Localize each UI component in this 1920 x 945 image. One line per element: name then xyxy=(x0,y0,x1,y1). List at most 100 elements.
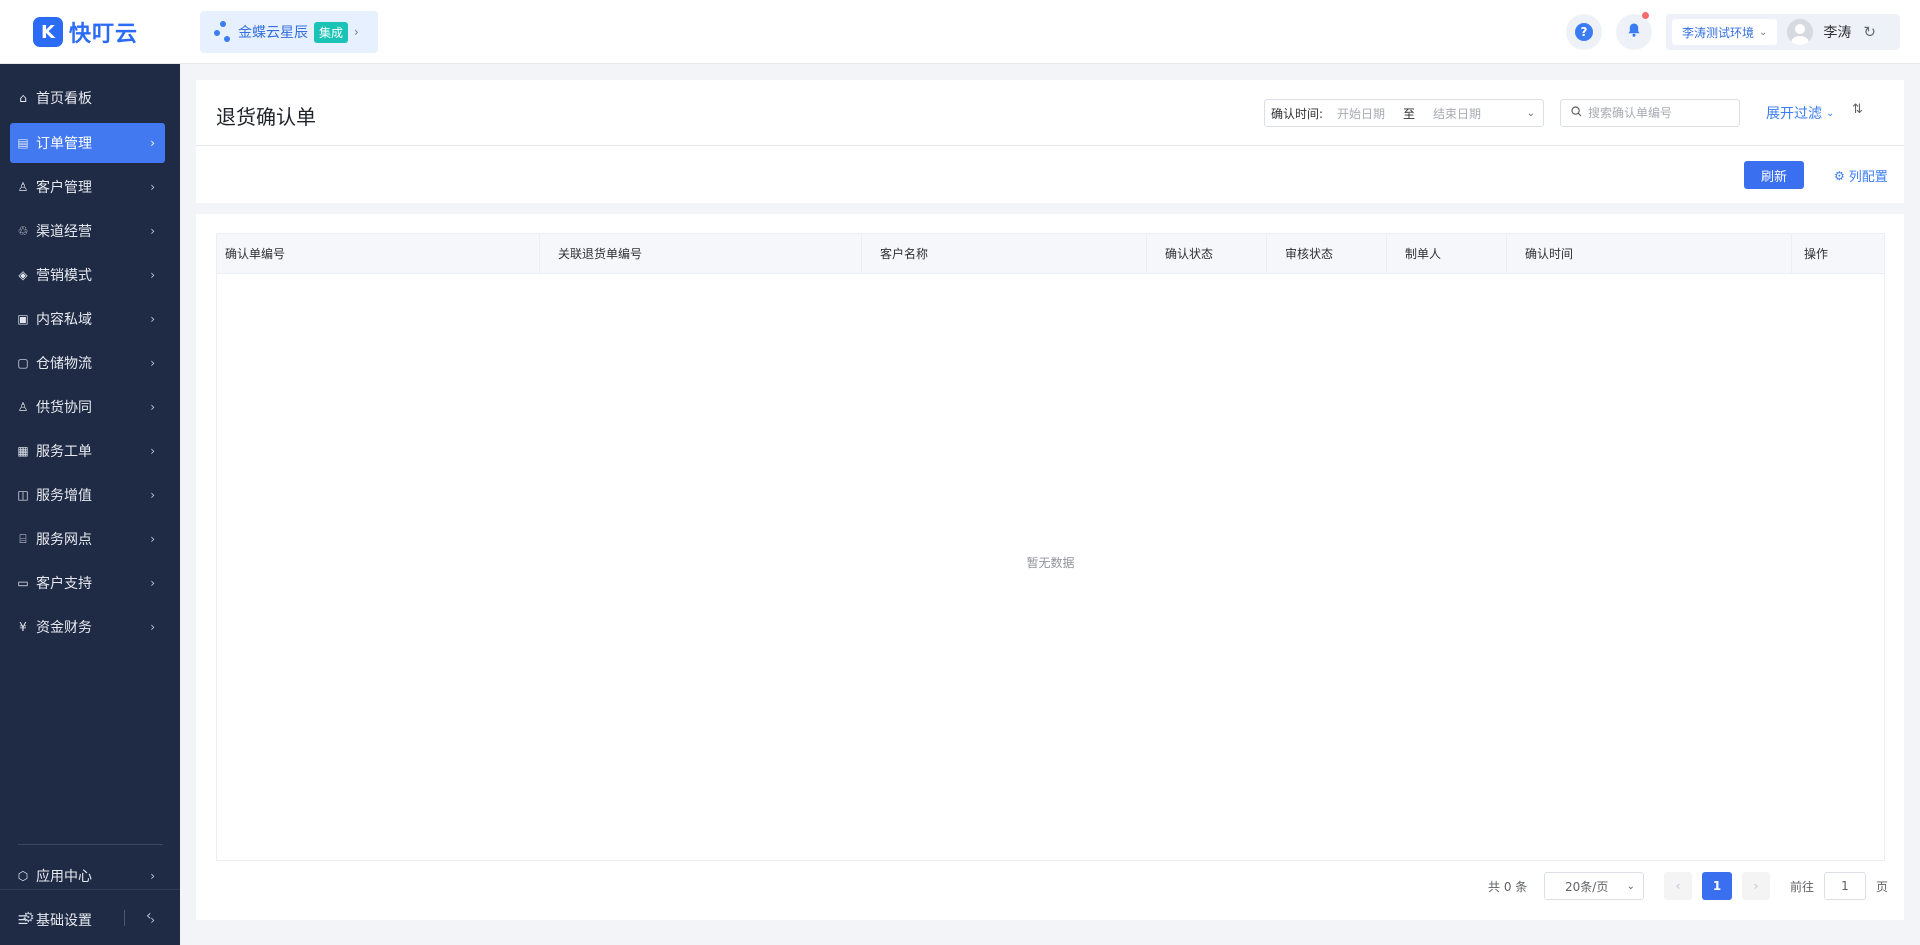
end-date-input[interactable]: 结束日期 xyxy=(1425,105,1489,122)
column-config-label: 列配置 xyxy=(1848,170,1888,185)
chevron-right-icon: › xyxy=(150,400,155,414)
column-header[interactable]: 审核状态 xyxy=(1267,234,1387,274)
app-logo[interactable]: K 快叮云 xyxy=(33,17,138,47)
confirm-time-range[interactable]: 确认时间: 开始日期 至 结束日期 ⌄ xyxy=(1264,99,1544,127)
sidebar: ⌂ 首页看板 ▤ 订单管理 › ♙ 客户管理 › ♲ 渠道经营 › ◈ 营销模式… xyxy=(0,64,180,945)
page-header-card: 退货确认单 确认时间: 开始日期 至 结束日期 ⌄ 展开过滤 ⌄ ⇅ 刷新 ⚙ … xyxy=(196,80,1904,203)
logo-mark: K xyxy=(33,17,63,47)
refresh-icon[interactable]: ↻ xyxy=(1863,23,1876,41)
refresh-button[interactable]: 刷新 xyxy=(1744,161,1804,189)
column-header[interactable]: 确认时间 xyxy=(1507,234,1792,274)
chevron-down-icon: ⌄ xyxy=(1826,107,1835,119)
chevron-down-icon: ⌄ xyxy=(1626,880,1635,892)
supply-icon: ♙ xyxy=(17,400,29,414)
column-config-button[interactable]: ⚙ 列配置 xyxy=(1834,166,1888,186)
chevron-right-icon: › xyxy=(150,444,155,458)
sidebar-item-home[interactable]: ⌂ 首页看板 xyxy=(10,78,165,118)
environment-select[interactable]: 李涛测试环境 ⌄ xyxy=(1672,19,1778,45)
integration-logo-icon xyxy=(214,21,234,43)
gear-icon: ⚙ xyxy=(1834,168,1845,183)
sidebar-item-value-added[interactable]: ◫ 服务增值 › xyxy=(10,475,165,515)
page-size-value: 20条/页 xyxy=(1565,879,1609,894)
goto-page-input[interactable] xyxy=(1824,872,1866,900)
collapse-sidebar-icon[interactable]: ‹ xyxy=(146,908,152,924)
sidebar-item-service-tickets[interactable]: ▦ 服务工单 › xyxy=(10,431,165,471)
column-header[interactable]: 确认状态 xyxy=(1147,234,1267,274)
next-page-button[interactable]: › xyxy=(1742,872,1770,900)
page-title: 退货确认单 xyxy=(216,105,316,129)
sidebar-item-content[interactable]: ▣ 内容私域 › xyxy=(10,299,165,339)
chevron-down-icon: ⌄ xyxy=(1526,107,1535,119)
help-button[interactable]: ? xyxy=(1566,14,1602,50)
total-count: 共 0 条 xyxy=(1488,880,1528,894)
image-icon: ▣ xyxy=(17,312,29,326)
sidebar-item-support[interactable]: ▭ 客户支持 › xyxy=(10,563,165,603)
user-area: 李涛测试环境 ⌄ 李涛 ↻ xyxy=(1666,14,1900,50)
column-header[interactable]: 客户名称 xyxy=(862,234,1147,274)
search-input[interactable] xyxy=(1588,106,1728,120)
order-icon: ▤ xyxy=(17,136,29,150)
ticket-icon: ▦ xyxy=(17,444,29,458)
chevron-right-icon: › xyxy=(150,180,155,194)
logo-text: 快叮云 xyxy=(69,22,139,47)
sidebar-item-channels[interactable]: ♲ 渠道经营 › xyxy=(10,211,165,251)
sidebar-item-label: 客户管理 xyxy=(36,180,92,196)
sidebar-item-customers[interactable]: ♙ 客户管理 › xyxy=(10,167,165,207)
sidebar-item-supply[interactable]: ♙ 供货协同 › xyxy=(10,387,165,427)
chevron-right-icon: › xyxy=(150,224,155,238)
sort-icon[interactable]: ⇅ xyxy=(1852,102,1863,117)
sidebar-item-marketing[interactable]: ◈ 营销模式 › xyxy=(10,255,165,295)
chevron-left-icon: ‹ xyxy=(1675,879,1681,893)
sidebar-item-label: 订单管理 xyxy=(36,136,92,152)
sidebar-item-orders[interactable]: ▤ 订单管理 › xyxy=(10,123,165,163)
cube-icon: ⬡ xyxy=(17,869,29,883)
column-header[interactable]: 关联退货单编号 xyxy=(540,234,862,274)
date-range-separator: 至 xyxy=(1403,106,1416,121)
prev-page-button[interactable]: ‹ xyxy=(1664,872,1692,900)
integration-badge: 集成 xyxy=(314,21,349,43)
column-header[interactable]: 制单人 xyxy=(1387,234,1507,274)
sidebar-footer: ⚙ ‹ xyxy=(0,889,180,945)
store-icon: ⌸ xyxy=(19,531,27,546)
sidebar-item-label: 渠道经营 xyxy=(36,224,92,240)
sidebar-item-label: 服务网点 xyxy=(36,532,92,548)
page-size-select[interactable]: 20条/页 ⌄ xyxy=(1544,872,1644,900)
start-date-input[interactable]: 开始日期 xyxy=(1329,105,1393,122)
expand-filter-button[interactable]: 展开过滤 ⌄ xyxy=(1766,103,1834,123)
sidebar-item-service-points[interactable]: ⌸ 服务网点 › xyxy=(10,519,165,559)
help-icon: ? xyxy=(1575,23,1593,41)
yuan-icon: ¥ xyxy=(19,620,27,634)
sidebar-item-label: 应用中心 xyxy=(36,869,92,885)
chevron-right-icon: › xyxy=(150,620,155,634)
chevron-right-icon: › xyxy=(354,25,359,39)
column-header[interactable]: 确认单编号 xyxy=(217,234,540,274)
sidebar-item-finance[interactable]: ¥ 资金财务 › xyxy=(10,607,165,647)
sidebar-item-label: 供货协同 xyxy=(36,400,92,416)
sidebar-item-label: 客户支持 xyxy=(36,576,92,592)
avatar[interactable] xyxy=(1787,19,1814,45)
bag-icon: ◫ xyxy=(17,488,29,502)
sidebar-item-label: 内容私域 xyxy=(36,312,92,328)
search-box[interactable] xyxy=(1560,99,1740,127)
integration-label: 金蝶云星辰 xyxy=(238,25,308,41)
channel-icon: ♲ xyxy=(17,224,29,238)
environment-label: 李涛测试环境 xyxy=(1682,25,1755,40)
sidebar-item-label: 首页看板 xyxy=(36,91,92,107)
table-card: 确认单编号 关联退货单编号 客户名称 确认状态 审核状态 制单人 确认时间 操作… xyxy=(196,214,1904,920)
header-divider xyxy=(196,145,1904,146)
column-header[interactable]: 操作 xyxy=(1792,234,1884,274)
empty-state: 暂无数据 xyxy=(1026,556,1075,570)
sidebar-item-warehouse[interactable]: ▢ 仓储物流 › xyxy=(10,343,165,383)
page-number-current[interactable]: 1 xyxy=(1702,872,1732,900)
sidebar-item-label: 仓储物流 xyxy=(36,356,92,372)
integration-entry[interactable]: 金蝶云星辰 集成 › xyxy=(200,11,378,53)
sidebar-item-label: 服务工单 xyxy=(36,444,92,460)
chevron-right-icon: › xyxy=(150,532,155,546)
notification-dot xyxy=(1642,12,1649,19)
notification-button[interactable] xyxy=(1616,12,1652,50)
user-name[interactable]: 李涛 xyxy=(1823,22,1851,42)
gear-icon[interactable]: ⚙ xyxy=(22,910,35,926)
warehouse-icon: ▢ xyxy=(17,356,29,370)
sidebar-footer-separator xyxy=(124,910,125,926)
user-icon: ♙ xyxy=(17,180,29,194)
